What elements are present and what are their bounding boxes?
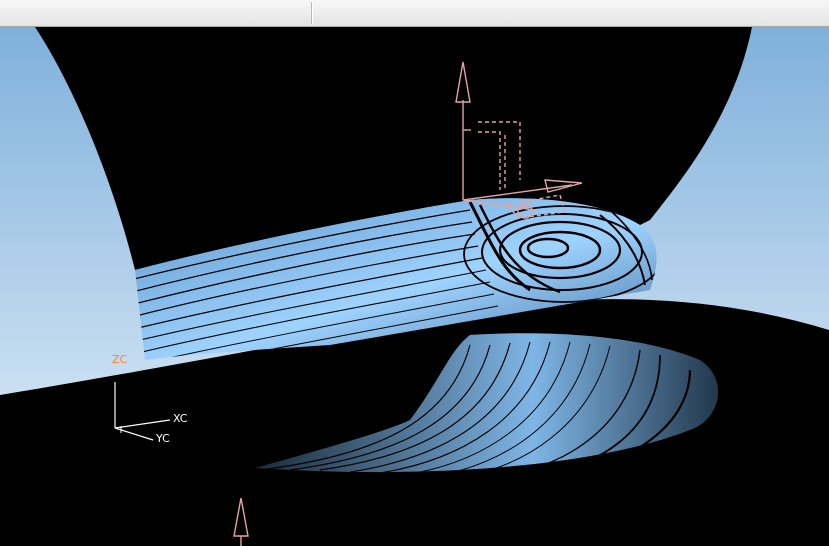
toolbar-separator (311, 2, 313, 24)
triad-xc-label: XC (173, 412, 188, 425)
triad-zc-label: ZC (112, 353, 128, 366)
top-toolbar (0, 0, 829, 27)
triad-yc-label: YC (155, 432, 170, 445)
graphics-viewport[interactable]: ZC XC YC (0, 27, 829, 546)
